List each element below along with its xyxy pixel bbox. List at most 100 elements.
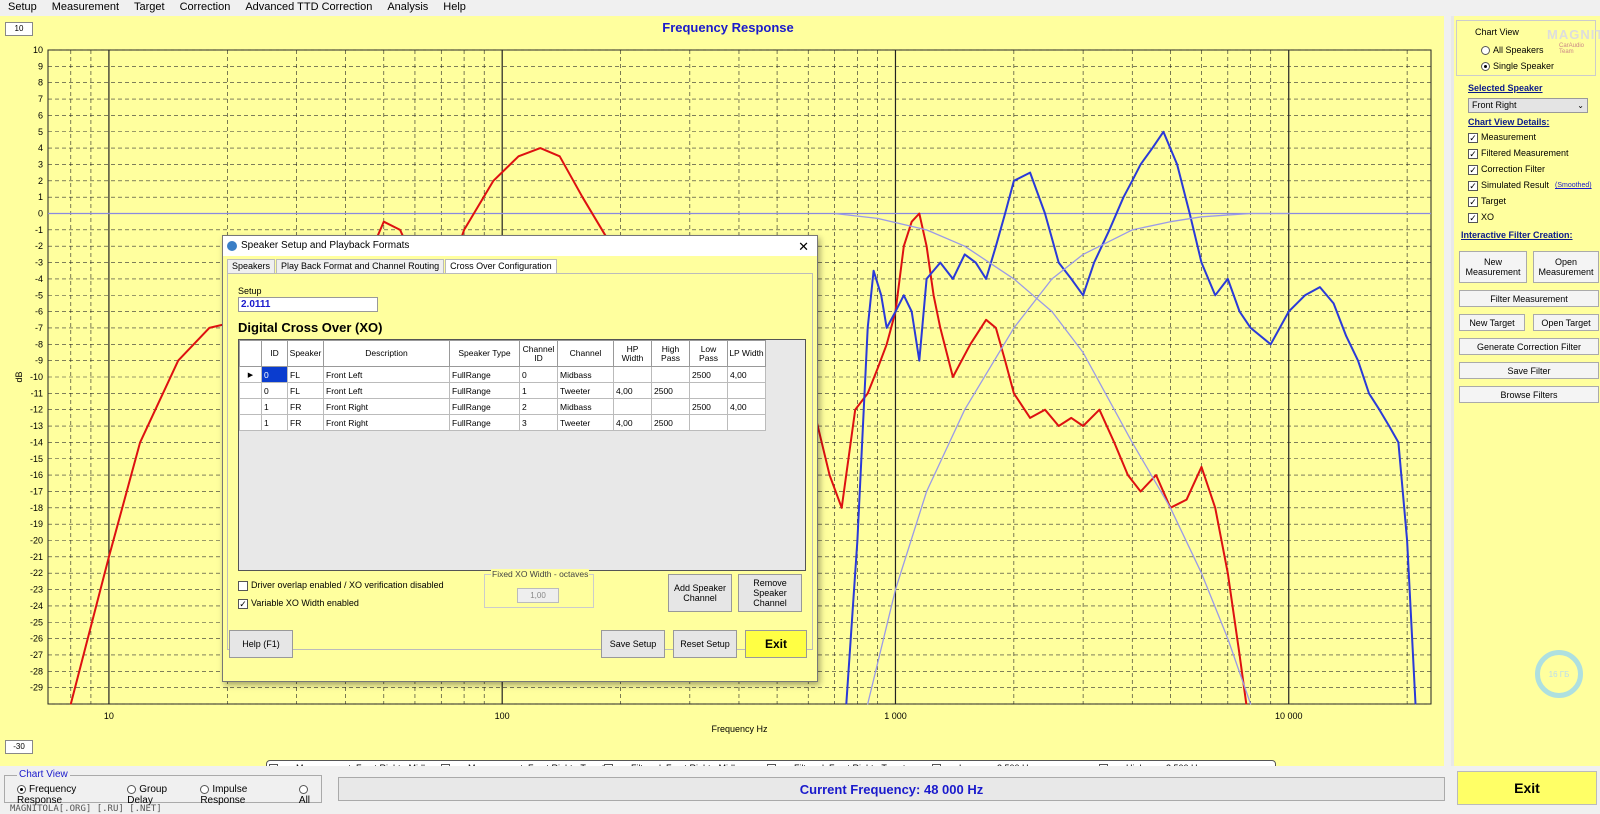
table-cell[interactable]: 2500 [651,382,690,399]
save-filter-button[interactable]: Save Filter [1459,362,1599,379]
menu-correction[interactable]: Correction [174,1,240,13]
table-cell[interactable] [651,398,690,415]
menu-advanced-ttd[interactable]: Advanced TTD Correction [239,1,381,13]
exit-button[interactable]: Exit [1457,771,1597,805]
table-cell[interactable]: FullRange [449,398,520,415]
table-cell[interactable]: Front Right [323,414,450,431]
row-header[interactable] [239,414,262,431]
table-cell[interactable]: 1 [261,398,288,415]
menu-help[interactable]: Help [437,1,475,13]
table-cell[interactable]: FR [287,414,324,431]
open-measurement-button[interactable]: Open Measurement [1533,251,1599,283]
tab-crossover-configuration[interactable]: Cross Over Configuration [445,259,557,273]
column-header[interactable]: Low Pass [689,340,728,367]
row-header[interactable] [239,398,262,415]
xo-table-row[interactable]: 1 FR Front Right FullRange 3 Tweeter 4,00 2500 [239,414,766,431]
table-cell[interactable]: 1 [261,414,288,431]
impulse-response-radio[interactable]: Impulse Response [200,784,291,806]
column-header[interactable]: Speaker [287,340,324,367]
selected-speaker-dropdown[interactable]: Front Right ⌄ [1468,98,1588,113]
menu-target[interactable]: Target [128,1,174,13]
table-cell[interactable]: FL [287,382,324,399]
table-cell[interactable]: Front Left [323,366,450,383]
table-cell[interactable] [613,398,652,415]
setup-name-field[interactable]: 2.0111 [238,297,378,312]
column-header[interactable]: ID [261,340,288,367]
table-cell[interactable]: 4,00 [613,414,652,431]
column-header[interactable]: Speaker Type [449,340,520,367]
browse-filters-button[interactable]: Browse Filters [1459,386,1599,403]
table-cell[interactable]: 1 [519,382,558,399]
detail-measurement-checkbox[interactable]: ✓ Measurement [1468,132,1536,143]
table-cell[interactable]: FullRange [449,366,520,383]
table-cell[interactable] [651,366,690,383]
table-cell[interactable]: FullRange [449,414,520,431]
close-icon[interactable]: ✕ [798,237,809,257]
column-header[interactable]: Channel ID [519,340,558,367]
xo-table-row[interactable]: ▶ 0 FL Front Left FullRange 0 Midbass 2500 4,00 [239,366,766,383]
variable-xo-width-checkbox[interactable]: ✓ Variable XO Width enabled [238,598,359,609]
table-cell[interactable]: 2500 [689,398,728,415]
all-speakers-radio[interactable]: All Speakers [1481,45,1544,56]
add-speaker-channel-button[interactable]: Add Speaker Channel [668,574,732,612]
table-cell[interactable]: FL [287,366,324,383]
xo-table-row[interactable]: 1 FR Front Right FullRange 2 Midbass 2500 4,00 [239,398,766,415]
table-cell[interactable] [727,382,766,399]
save-setup-button[interactable]: Save Setup [601,630,665,658]
detail-correction-filter-checkbox[interactable]: ✓ Correction Filter [1468,164,1545,175]
dialog-exit-button[interactable]: Exit [745,630,807,658]
column-header[interactable]: Description [323,340,450,367]
generate-correction-filter-button[interactable]: Generate Correction Filter [1459,338,1599,355]
table-cell[interactable]: 2500 [689,366,728,383]
table-cell[interactable]: 2 [519,398,558,415]
detail-simulated-result-checkbox[interactable]: ✓ Simulated Result [1468,180,1549,191]
new-measurement-button[interactable]: New Measurement [1459,251,1527,283]
table-cell[interactable] [613,366,652,383]
table-cell[interactable]: 0 [261,382,288,399]
xo-table-row[interactable]: 0 FL Front Left FullRange 1 Tweeter 4,00 2500 [239,382,766,399]
table-cell[interactable]: 3 [519,414,558,431]
column-header[interactable]: LP Width [727,340,766,367]
fixed-xo-width-input[interactable]: 1,00 [517,588,559,603]
detail-filtered-measurement-checkbox[interactable]: ✓ Filtered Measurement [1468,148,1569,159]
table-cell[interactable] [727,414,766,431]
new-target-button[interactable]: New Target [1459,314,1525,331]
dialog-titlebar[interactable]: Speaker Setup and Playback Formats ✕ [223,236,817,256]
menu-analysis[interactable]: Analysis [381,1,437,13]
current-row-arrow-icon[interactable]: ▶ [239,366,262,383]
filter-measurement-button[interactable]: Filter Measurement [1459,290,1599,307]
table-cell[interactable] [689,382,728,399]
tab-speakers[interactable]: Speakers [227,259,276,273]
table-cell[interactable] [689,414,728,431]
detail-target-checkbox[interactable]: ✓ Target [1468,196,1506,207]
row-header[interactable] [239,382,262,399]
table-cell[interactable]: 2500 [651,414,690,431]
smoothed-link[interactable]: (Smoothed) [1555,182,1592,189]
table-cell[interactable]: 4,00 [613,382,652,399]
table-cell[interactable]: FullRange [449,382,520,399]
table-cell[interactable]: FR [287,398,324,415]
table-cell[interactable]: 0 [261,366,288,383]
table-cell[interactable]: Midbass [557,366,614,383]
table-cell[interactable]: Front Right [323,398,450,415]
column-header[interactable]: HP Width [613,340,652,367]
open-target-button[interactable]: Open Target [1533,314,1599,331]
table-cell[interactable]: Front Left [323,382,450,399]
help-button[interactable]: Help (F1) [229,630,293,658]
table-cell[interactable]: 4,00 [727,366,766,383]
group-delay-radio[interactable]: Group Delay [127,784,192,806]
menu-setup[interactable]: Setup [2,1,46,13]
table-cell[interactable]: 4,00 [727,398,766,415]
column-header[interactable]: High Pass [651,340,690,367]
reset-setup-button[interactable]: Reset Setup [673,630,737,658]
detail-xo-checkbox[interactable]: ✓ XO [1468,212,1494,223]
all-radio[interactable]: All [298,784,321,806]
tab-playback-format[interactable]: Play Back Format and Channel Routing [276,259,445,273]
frequency-response-radio[interactable]: Frequency Response [17,784,119,806]
table-cell[interactable]: Tweeter [557,382,614,399]
table-cell[interactable]: Tweeter [557,414,614,431]
table-cell[interactable]: Midbass [557,398,614,415]
column-header[interactable]: Channel [557,340,614,367]
table-cell[interactable]: 0 [519,366,558,383]
menu-measurement[interactable]: Measurement [46,1,128,13]
